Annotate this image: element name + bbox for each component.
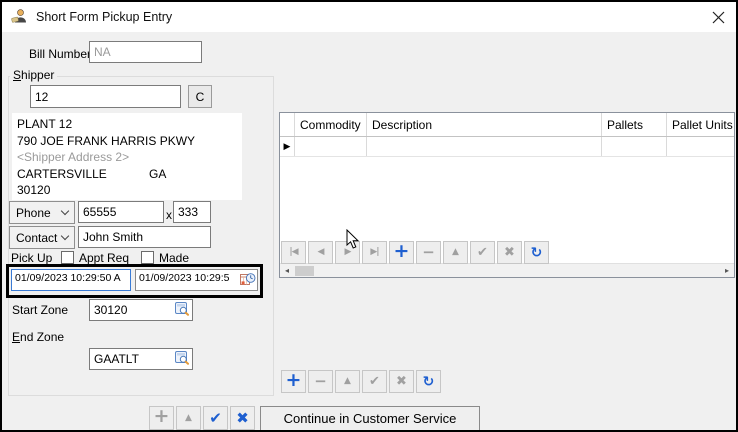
column-header-description[interactable]: Description — [367, 113, 602, 136]
contact-name-input[interactable] — [78, 226, 211, 248]
phone-number-input[interactable] — [78, 201, 164, 223]
continue-in-customer-service-button[interactable]: Continue in Customer Service — [260, 406, 480, 431]
nav-prior-button[interactable]: ◀ — [308, 241, 333, 264]
lookup-icon[interactable] — [175, 302, 190, 319]
window-title: Short Form Pickup Entry — [36, 10, 172, 24]
shipper-zip: 30120 — [17, 182, 237, 199]
shipper-city-state: CARTERSVILLEGA — [17, 166, 237, 183]
pickup-from-datetime-input[interactable]: 01/09/2023 10:29:50 A — [11, 269, 131, 291]
chevron-down-icon — [61, 207, 69, 215]
end-zone-field — [89, 348, 193, 370]
phone-ext-input[interactable] — [173, 201, 211, 223]
row-selector-icon: ▶ — [280, 137, 295, 156]
table-cell[interactable] — [295, 137, 367, 156]
pickup-dates-highlight: 01/09/2023 10:29:50 A 01/09/2023 10:29:5 — [6, 264, 263, 298]
shipper-city: CARTERSVILLE — [17, 166, 149, 183]
insert-row-button[interactable]: + — [389, 241, 414, 264]
shipper-group-label: Shipper — [10, 68, 57, 82]
shipper-state: GA — [149, 167, 166, 181]
commodity-table-row[interactable]: ▶ — [280, 137, 734, 157]
column-header-pallet-units[interactable]: Pallet Units — [667, 113, 734, 136]
chevron-down-icon — [61, 232, 69, 240]
table-cell[interactable] — [667, 137, 734, 156]
refresh-button[interactable]: ↻ — [524, 241, 549, 264]
cancel-button[interactable]: ✖ — [497, 241, 522, 264]
insert-trace-button[interactable]: + — [281, 370, 306, 393]
scrollbar-thumb[interactable] — [295, 266, 314, 276]
close-icon[interactable] — [709, 8, 727, 26]
start-zone-field — [89, 299, 193, 321]
phone-ext-label: x — [166, 208, 172, 222]
made-label: Made — [159, 251, 189, 265]
footer-save-button[interactable]: ✔ — [203, 406, 228, 430]
selector-column-header — [280, 113, 295, 136]
post-trace-button[interactable]: ✔ — [362, 370, 387, 393]
footer-edit-button[interactable]: ▲ — [176, 406, 201, 430]
phone-selector[interactable]: Phone — [9, 201, 75, 224]
datetime-picker-icon[interactable] — [240, 272, 256, 290]
commodity-grid-header: Commodity Description Pallets Pallet Uni… — [280, 113, 734, 137]
commodity-grid-hscrollbar[interactable]: ◂ ▸ — [280, 263, 734, 277]
phone-selector-label: Phone — [16, 206, 51, 220]
made-checkbox[interactable] — [141, 251, 154, 264]
appt-req-label: Appt Req — [79, 251, 129, 265]
bill-number-label: Bill Number — [29, 47, 91, 61]
shipper-name: PLANT 12 — [17, 116, 237, 133]
nav-first-button[interactable]: |◀ — [281, 241, 306, 264]
cursor-icon — [346, 229, 360, 253]
scroll-left-icon[interactable]: ◂ — [280, 264, 294, 278]
column-header-commodity[interactable]: Commodity — [295, 113, 367, 136]
bill-number-input[interactable] — [89, 41, 202, 63]
short-form-pickup-entry-dialog: Short Form Pickup Entry Bill Number Ship… — [0, 0, 738, 432]
shipper-clear-button[interactable]: C — [188, 85, 212, 108]
scroll-right-icon[interactable]: ▸ — [720, 264, 734, 278]
edit-row-button[interactable]: ▲ — [443, 241, 468, 264]
shipper-street: 790 JOE FRANK HARRIS PKWY — [17, 133, 237, 150]
commodity-navigator-toolbar: |◀ ◀ ▶ ▶| + − ▲ ✔ ✖ ↻ — [281, 241, 549, 264]
pickup-to-datetime-input[interactable]: 01/09/2023 10:29:5 — [135, 269, 258, 291]
delete-trace-button[interactable]: − — [308, 370, 333, 393]
user-icon — [11, 8, 28, 27]
lookup-icon[interactable] — [175, 351, 190, 368]
contact-selector[interactable]: Contact — [9, 226, 75, 249]
trace-toolbar: + − ▲ ✔ ✖ ↻ — [281, 370, 441, 393]
refresh-trace-button[interactable]: ↻ — [416, 370, 441, 393]
titlebar: Short Form Pickup Entry — [2, 2, 736, 32]
end-zone-label: End Zone — [12, 330, 64, 344]
start-zone-label: Start Zone — [12, 303, 68, 317]
contact-selector-label: Contact — [16, 231, 57, 245]
table-cell[interactable] — [367, 137, 602, 156]
shipper-address-box: PLANT 12 790 JOE FRANK HARRIS PKWY <Ship… — [12, 113, 242, 200]
edit-trace-button[interactable]: ▲ — [335, 370, 360, 393]
cancel-trace-button[interactable]: ✖ — [389, 370, 414, 393]
nav-last-button[interactable]: ▶| — [362, 241, 387, 264]
footer-cancel-button[interactable]: ✖ — [230, 406, 255, 430]
delete-row-button[interactable]: − — [416, 241, 441, 264]
column-header-pallets[interactable]: Pallets — [602, 113, 667, 136]
footer-insert-button[interactable]: + — [149, 406, 174, 430]
pickup-label: Pick Up — [11, 251, 52, 265]
shipper-address2-placeholder: <Shipper Address 2> — [17, 149, 237, 166]
table-cell[interactable] — [602, 137, 667, 156]
appt-req-checkbox[interactable] — [61, 251, 74, 264]
post-button[interactable]: ✔ — [470, 241, 495, 264]
footer-toolbar: + ▲ ✔ ✖ — [149, 406, 255, 430]
shipper-code-input[interactable] — [30, 85, 181, 108]
